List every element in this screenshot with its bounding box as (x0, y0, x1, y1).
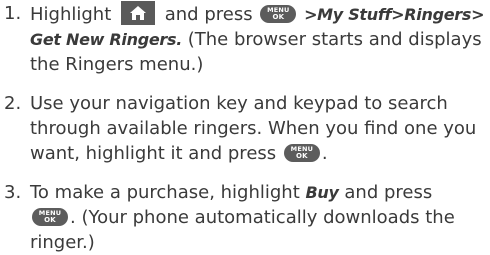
step-2-line-3: want, highlight it and press MENU OK. (30, 141, 486, 166)
step-number: 1. (4, 3, 22, 24)
step-text: (The browser starts and displays (187, 29, 482, 50)
step-1: 1. Highlight and press MENU OK >My Stuff>… (0, 1, 490, 77)
step-text: To make a purchase, highlight (30, 182, 300, 203)
step-number: 3. (4, 182, 22, 203)
menu-ok-key-icon: MENU OK (260, 5, 297, 23)
step-number: 2. (4, 93, 22, 114)
menu-path-end: Get New Ringers. (30, 30, 182, 49)
step-2-line-2: through available ringers. When you find… (30, 118, 477, 139)
step-text: and press (164, 4, 253, 25)
step-3-line-1: To make a purchase, highlight Buy and pr… (30, 180, 486, 205)
step-3-line-3: ringer.) (30, 232, 95, 253)
step-3-line-2: MENU OK. (Your phone automatically downlo… (30, 205, 486, 230)
step-text: Highlight (30, 4, 112, 25)
step-1-line-2: Get New Ringers. (The browser starts and… (30, 27, 486, 52)
step-text: want, highlight it and press (30, 143, 277, 164)
menu-path: >My Stuff>Ringers> (304, 5, 485, 24)
step-text: and press (344, 182, 433, 203)
buy-option: Buy (305, 183, 339, 202)
step-1-line-1: Highlight and press MENU OK >My Stuff>Rin… (30, 1, 486, 27)
menu-ok-key-icon: MENU OK (283, 144, 320, 162)
step-text: . (Your phone automatically downloads th… (70, 207, 455, 228)
step-2-line-1: Use your navigation key and keypad to se… (30, 93, 448, 114)
step-2: 2. Use your navigation key and keypad to… (0, 91, 490, 166)
home-icon (121, 1, 155, 25)
menu-ok-key-icon: MENU OK (32, 208, 68, 226)
step-1-line-3: the Ringers menu.) (30, 54, 204, 75)
instruction-steps: 1. Highlight and press MENU OK >My Stuff>… (0, 1, 490, 255)
step-text: . (321, 143, 328, 164)
